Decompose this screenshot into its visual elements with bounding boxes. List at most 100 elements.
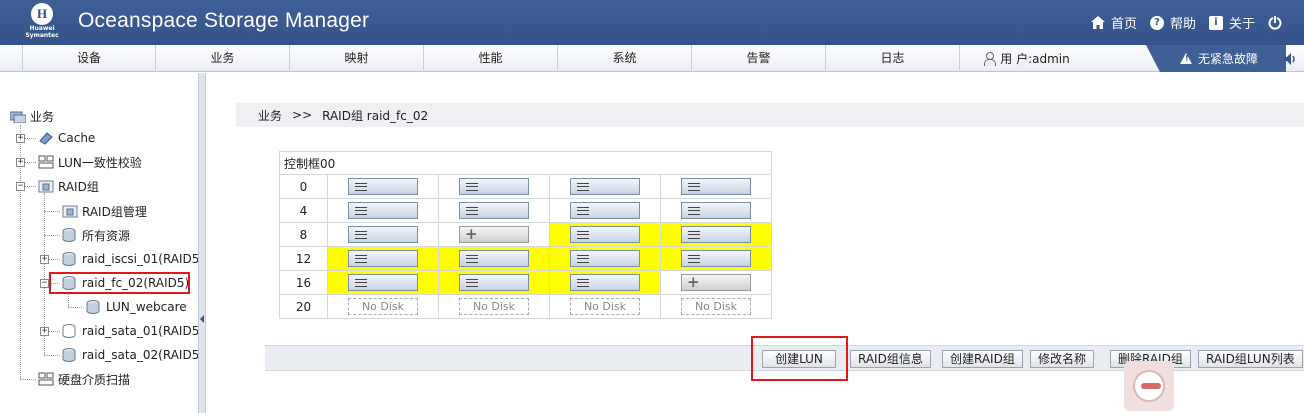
alarm-status[interactable]: ! 无紧急故障 bbox=[1146, 45, 1286, 72]
member-disk-icon[interactable] bbox=[459, 202, 529, 219]
raid-info-button[interactable]: RAID组信息 bbox=[850, 350, 931, 368]
speaker-icon[interactable] bbox=[1283, 52, 1297, 66]
disk-slot: No Disk bbox=[327, 294, 439, 319]
tree-item-raid-iscsi-01-label: raid_iscsi_01(RAID5) bbox=[82, 252, 205, 266]
member-disk-icon[interactable] bbox=[348, 226, 418, 243]
member-disk-icon[interactable] bbox=[348, 274, 418, 291]
about-link[interactable]: i 关于 bbox=[1208, 13, 1255, 32]
disk-row: 16 + bbox=[279, 270, 772, 295]
disk-slot bbox=[549, 198, 661, 223]
member-disk-icon[interactable] bbox=[570, 250, 640, 267]
logout-link[interactable] bbox=[1268, 15, 1282, 30]
disk-slot bbox=[438, 246, 550, 271]
slot-row-label: 16 bbox=[279, 270, 328, 295]
member-disk-icon[interactable] bbox=[348, 202, 418, 219]
member-disk-icon[interactable] bbox=[570, 274, 640, 291]
tree-item-lun-webcare[interactable]: LUN_webcare bbox=[86, 298, 187, 316]
collapse-raid-group-icon[interactable]: − bbox=[16, 182, 25, 191]
expand-lun-check-icon[interactable]: + bbox=[16, 158, 25, 167]
member-disk-icon[interactable] bbox=[459, 250, 529, 267]
tree-item-raid-iscsi-01[interactable]: raid_iscsi_01(RAID5) bbox=[62, 250, 204, 268]
warning-icon: ! bbox=[1180, 53, 1192, 64]
disk-slot bbox=[327, 246, 439, 271]
empty-slot: No Disk bbox=[348, 298, 418, 315]
collapse-sidebar-icon[interactable] bbox=[200, 315, 204, 323]
help-icon: ? bbox=[1149, 15, 1164, 30]
nav-item-mapping[interactable]: 映射 bbox=[290, 45, 424, 72]
expand-raid-sata01-icon[interactable]: + bbox=[40, 327, 49, 336]
tree-item-disk-scan-label: 硬盘介质扫描 bbox=[58, 372, 131, 387]
slot-row-label: 0 bbox=[279, 174, 328, 199]
member-disk-icon[interactable] bbox=[459, 178, 529, 195]
database-icon bbox=[62, 228, 78, 242]
home-link[interactable]: 首页 bbox=[1090, 13, 1137, 32]
enclosure-caption: 控制框00 bbox=[279, 151, 772, 175]
tree-item-all-resources[interactable]: 所有资源 bbox=[62, 226, 130, 244]
member-disk-icon[interactable] bbox=[459, 274, 529, 291]
disk-enclosure-grid: 控制框00 0 4 8 +12 16 +20 No Disk No Disk No Disk No… bbox=[279, 151, 772, 319]
member-disk-icon[interactable] bbox=[681, 226, 751, 243]
nav-item-device[interactable]: 设备 bbox=[22, 45, 156, 72]
member-disk-icon[interactable] bbox=[570, 226, 640, 243]
info-icon: i bbox=[1208, 15, 1223, 30]
disk-slot bbox=[660, 174, 772, 199]
tree-item-raid-sata-01[interactable]: raid_sata_01(RAID5) bbox=[62, 322, 204, 340]
tree-item-raid-group[interactable]: RAID组 bbox=[38, 177, 99, 195]
raid-lun-list-button[interactable]: RAID组LUN列表 bbox=[1198, 350, 1303, 368]
disk-slot bbox=[438, 270, 550, 295]
alarm-status-label: 无紧急故障 bbox=[1198, 52, 1259, 66]
free-disk-icon[interactable]: + bbox=[459, 226, 529, 243]
raid-disk-icon bbox=[62, 324, 78, 338]
tree-item-raid-mgmt[interactable]: RAID组管理 bbox=[62, 202, 147, 220]
free-disk-icon[interactable]: + bbox=[681, 274, 751, 291]
lun-check-icon bbox=[38, 155, 54, 169]
disk-slot bbox=[438, 174, 550, 199]
raid-group-icon bbox=[38, 179, 54, 193]
disk-slot bbox=[660, 222, 772, 247]
member-disk-icon[interactable] bbox=[570, 178, 640, 195]
nav-item-performance[interactable]: 性能 bbox=[424, 45, 558, 72]
sidebar-splitter[interactable] bbox=[198, 73, 206, 413]
member-disk-icon[interactable] bbox=[681, 250, 751, 267]
tree-item-raid-group-label: RAID组 bbox=[58, 179, 99, 194]
service-tree: + + − + − + 业务 Cache LUN一致性校验 RAID组 RAID… bbox=[0, 73, 204, 413]
disk-slot bbox=[660, 198, 772, 223]
logout-icon bbox=[1268, 15, 1282, 30]
user-icon bbox=[984, 52, 997, 66]
disk-slot bbox=[549, 174, 661, 199]
tree-item-lun-webcare-label: LUN_webcare bbox=[106, 300, 187, 314]
collapse-raid-fc-icon[interactable]: − bbox=[40, 279, 49, 288]
disk-slot bbox=[438, 198, 550, 223]
tree-item-root-label: 业务 bbox=[30, 109, 55, 124]
nav-item-system[interactable]: 系统 bbox=[558, 45, 692, 72]
disk-row: 8 + bbox=[279, 222, 772, 247]
member-disk-icon[interactable] bbox=[681, 178, 751, 195]
expand-raid-iscsi-icon[interactable]: + bbox=[40, 255, 49, 264]
expand-cache-icon[interactable]: + bbox=[16, 134, 25, 143]
nav-item-service[interactable]: 业务 bbox=[156, 45, 290, 72]
tree-item-root[interactable]: 业务 bbox=[9, 107, 55, 125]
breadcrumb: 业务 >> RAID组 raid_fc_02 bbox=[236, 103, 1304, 127]
breadcrumb-section[interactable]: 业务 bbox=[258, 107, 282, 124]
member-disk-icon[interactable] bbox=[348, 178, 418, 195]
disk-slot bbox=[327, 270, 439, 295]
create-raid-button[interactable]: 创建RAID组 bbox=[942, 350, 1023, 368]
current-user: 用 户:admin bbox=[960, 45, 1094, 72]
tree-item-lun-check[interactable]: LUN一致性校验 bbox=[38, 153, 142, 171]
tree-item-cache[interactable]: Cache bbox=[38, 129, 95, 147]
about-link-label: 关于 bbox=[1228, 17, 1255, 32]
empty-slot: No Disk bbox=[459, 298, 529, 315]
nav-item-alarm[interactable]: 告警 bbox=[692, 45, 826, 72]
tree-item-disk-scan[interactable]: 硬盘介质扫描 bbox=[38, 370, 130, 388]
rename-button[interactable]: 修改名称 bbox=[1030, 350, 1095, 368]
tree-item-raid-sata-02-label: raid_sata_02(RAID5) bbox=[82, 348, 205, 362]
disk-row: 4 bbox=[279, 198, 772, 223]
member-disk-icon[interactable] bbox=[348, 250, 418, 267]
tree-item-raid-sata-02[interactable]: raid_sata_02(RAID5) bbox=[62, 346, 204, 364]
create-lun-highlight bbox=[751, 336, 848, 381]
disk-row: 0 bbox=[279, 174, 772, 199]
member-disk-icon[interactable] bbox=[570, 202, 640, 219]
help-link[interactable]: ? 帮助 bbox=[1149, 13, 1196, 32]
nav-item-log[interactable]: 日志 bbox=[826, 45, 960, 72]
member-disk-icon[interactable] bbox=[681, 202, 751, 219]
